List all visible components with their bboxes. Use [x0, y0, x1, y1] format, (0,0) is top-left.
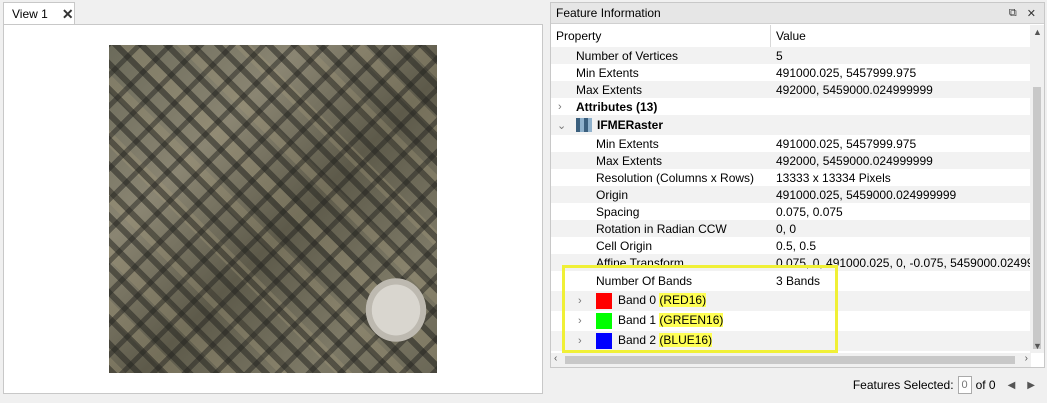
- row-value: 492000, 5459000.024999999: [776, 82, 933, 97]
- row-property: Resolution (Columns x Rows): [596, 170, 755, 185]
- table-row[interactable]: Rotation in Radian CCW 0, 0: [551, 220, 1031, 237]
- row-property: Spacing: [596, 204, 640, 219]
- table-row[interactable]: Min Extents 491000.025, 5457999.975: [551, 64, 1031, 81]
- table-row[interactable]: Origin 491000.025, 5459000.024999999: [551, 186, 1031, 203]
- column-header-property[interactable]: Property: [551, 25, 771, 47]
- row-property: Min Extents: [596, 136, 659, 151]
- tab-view-1[interactable]: View 1 ✕: [3, 2, 75, 24]
- row-value: 491000.025, 5457999.975: [776, 65, 917, 80]
- view-tabbar: View 1 ✕: [0, 0, 543, 24]
- vertical-scroll-thumb[interactable]: [1033, 87, 1041, 349]
- horizontal-scroll-thumb[interactable]: [565, 356, 1015, 364]
- collapse-arrow-icon[interactable]: ⌄: [557, 119, 566, 132]
- row-value: 0, 0: [776, 221, 797, 236]
- column-header-value[interactable]: Value: [771, 25, 806, 47]
- map-view[interactable]: [3, 24, 543, 394]
- row-value: 492000, 5459000.024999999: [776, 153, 933, 168]
- vertical-scrollbar[interactable]: ▲ ▼: [1030, 25, 1044, 353]
- table-header: Property Value: [551, 25, 1031, 48]
- horizontal-scrollbar[interactable]: ‹ ›: [551, 353, 1031, 367]
- table-row[interactable]: Number of Vertices 5: [551, 47, 1031, 64]
- row-property: Rotation in Radian CCW: [596, 221, 727, 236]
- row-value: 491000.025, 5457999.975: [776, 136, 917, 151]
- table-row[interactable]: Max Extents 492000, 5459000.024999999: [551, 152, 1031, 169]
- expand-arrow-icon[interactable]: ›: [558, 101, 562, 113]
- scroll-right-icon[interactable]: ›: [1025, 353, 1028, 364]
- row-value: 5: [776, 48, 783, 63]
- scroll-left-icon[interactable]: ‹: [554, 353, 557, 364]
- restore-icon[interactable]: ⧉: [1009, 7, 1017, 20]
- table-row[interactable]: Cell Origin 0.5, 0.5: [551, 237, 1031, 254]
- row-value: 491000.025, 5459000.024999999: [776, 187, 957, 202]
- scroll-down-icon[interactable]: ▼: [1033, 341, 1042, 351]
- features-total: of 0: [975, 378, 996, 392]
- table-row[interactable]: Min Extents 491000.025, 5457999.975: [551, 135, 1031, 152]
- ifmeraster-group-row[interactable]: ⌄ IFMERaster: [551, 115, 1031, 135]
- previous-feature-icon[interactable]: ◀: [1008, 380, 1016, 391]
- row-property: IFMERaster: [597, 117, 664, 132]
- row-property: Min Extents: [576, 65, 639, 80]
- row-property: Cell Origin: [596, 238, 653, 253]
- raster-icon: [576, 118, 592, 133]
- panel-titlebar: Feature Information ⧉ ✕: [551, 3, 1044, 24]
- close-icon[interactable]: ✕: [1027, 7, 1036, 20]
- scroll-up-icon[interactable]: ▲: [1033, 27, 1042, 37]
- features-selected-count[interactable]: 0: [957, 376, 972, 394]
- row-property: Max Extents: [596, 153, 663, 168]
- tab-label: View 1: [12, 6, 48, 21]
- highlight-annotation-box: [562, 265, 838, 353]
- row-value: 13333 x 13334 Pixels: [776, 170, 891, 185]
- features-selected-label: Features Selected:: [852, 378, 954, 392]
- aerial-raster-image[interactable]: [109, 45, 437, 373]
- close-tab-icon[interactable]: ✕: [62, 7, 74, 21]
- row-property: Attributes (13): [576, 99, 658, 114]
- table-row[interactable]: Max Extents 492000, 5459000.024999999: [551, 81, 1031, 98]
- table-row[interactable]: Resolution (Columns x Rows) 13333 x 1333…: [551, 169, 1031, 186]
- table-row[interactable]: Spacing 0.075, 0.075: [551, 203, 1031, 220]
- attributes-group-row[interactable]: › Attributes (13): [551, 98, 1031, 115]
- row-property: Max Extents: [576, 82, 643, 97]
- row-value: 0.075, 0.075: [776, 204, 843, 219]
- row-property: Origin: [596, 187, 629, 202]
- row-value: 0.5, 0.5: [776, 238, 817, 253]
- next-feature-icon[interactable]: ▶: [1027, 380, 1035, 391]
- panel-title: Feature Information: [556, 6, 661, 20]
- status-bar: Features Selected: 0 of 0 ◀ ▶: [550, 370, 1045, 400]
- row-property: Number of Vertices: [576, 48, 679, 63]
